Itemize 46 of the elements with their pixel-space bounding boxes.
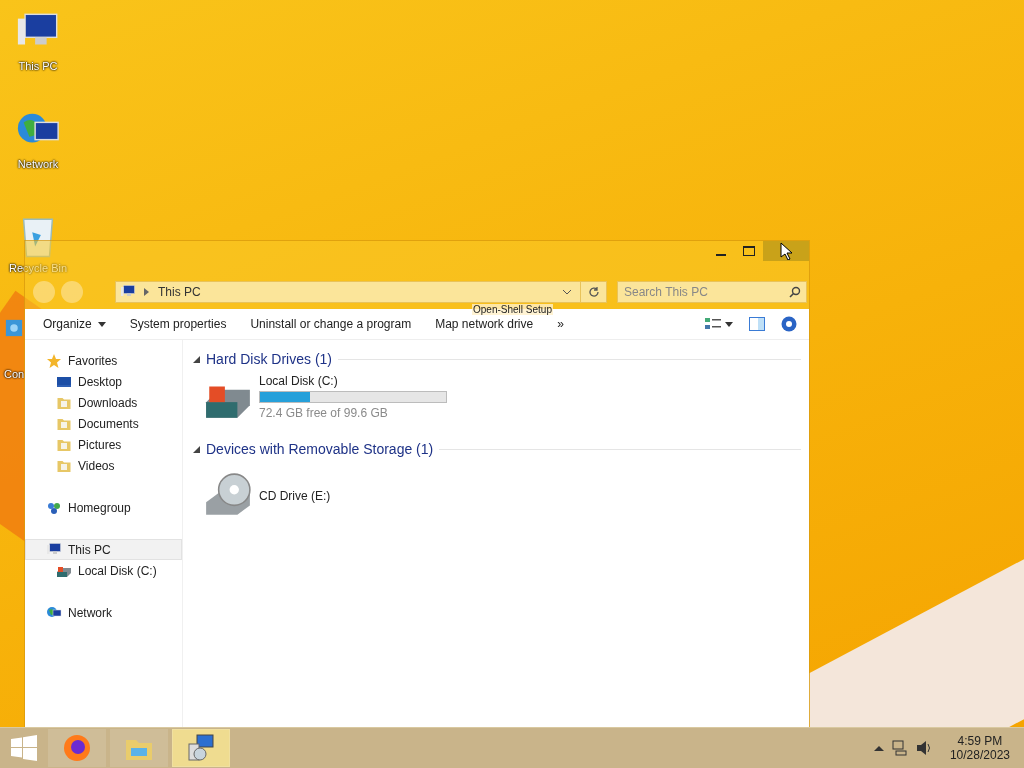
more-button[interactable]: »	[547, 313, 574, 335]
firefox-icon	[61, 732, 93, 764]
volume-icon[interactable]	[915, 740, 932, 756]
drive-name[interactable]: CD Drive (E:)	[259, 489, 331, 503]
nav-item[interactable]: Pictures	[25, 434, 182, 455]
address-bar[interactable]: This PC	[115, 281, 607, 303]
maximize-icon	[743, 246, 755, 256]
pane-icon	[749, 317, 765, 331]
toolbar-button[interactable]: System properties	[119, 313, 237, 335]
installer-icon	[185, 732, 217, 764]
details-view-icon	[705, 317, 721, 331]
menu-button[interactable]: Organize	[33, 313, 116, 335]
nav-item[interactable]: Documents	[25, 413, 182, 434]
minimize-icon	[716, 254, 726, 256]
close-button[interactable]	[763, 241, 809, 261]
nav-item[interactable]: Videos	[25, 455, 182, 476]
star-icon	[46, 352, 62, 369]
caret-icon	[97, 321, 106, 327]
caret-icon	[725, 321, 733, 327]
nav-item[interactable]: Favorites	[25, 350, 182, 371]
network-icon[interactable]	[891, 740, 908, 756]
clock[interactable]: 4:59 PM 10/28/2023	[949, 734, 1010, 762]
window-title: Open-Shell Setup	[472, 304, 553, 315]
drive-name[interactable]: Local Disk (C:)	[259, 374, 447, 388]
taskbar-app-button[interactable]	[172, 729, 230, 767]
refresh-icon	[587, 286, 600, 298]
collapse-arrow-icon[interactable]	[193, 355, 200, 363]
nav-item[interactable]: This PC	[25, 539, 182, 560]
help-icon	[781, 316, 797, 332]
toolbar-button[interactable]: Uninstall or change a program	[240, 313, 422, 335]
pointer-icon	[780, 242, 792, 260]
windows-logo-icon	[11, 735, 37, 761]
chevron-up-icon[interactable]	[873, 745, 884, 751]
nav-item[interactable]: Network	[25, 602, 182, 623]
nav-item[interactable]: Local Disk (C:)	[25, 560, 182, 581]
nav-item[interactable]: Homegroup	[25, 497, 182, 518]
free-space-text: 72.4 GB free of 99.6 GB	[259, 406, 389, 420]
search-icon	[789, 286, 801, 298]
taskbar-app-button[interactable]	[48, 729, 106, 767]
nav-item[interactable]: Desktop	[25, 371, 182, 392]
collapse-arrow-icon[interactable]	[193, 445, 200, 453]
group-header: Hard Disk Drives (1)	[206, 351, 332, 367]
nav-item[interactable]: Downloads	[25, 392, 182, 413]
group-header: Devices with Removable Storage (1)	[206, 441, 434, 457]
search-field[interactable]: Search This PC	[617, 281, 807, 303]
chevron-right-icon	[144, 288, 150, 296]
